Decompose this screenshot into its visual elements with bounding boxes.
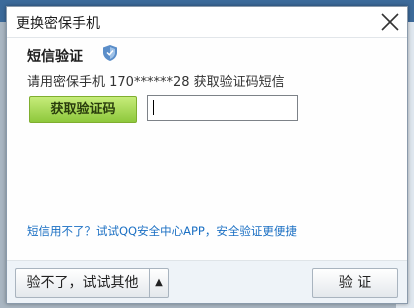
qq-security-center-link[interactable]: 短信用不了？试试QQ安全中心APP，安全验证更便捷	[27, 223, 297, 239]
expand-options-icon[interactable]: ▲	[149, 268, 169, 298]
verification-code-input[interactable]	[147, 95, 298, 121]
phone-description: 请用密保手机 170******28 获取验证码短信	[27, 75, 285, 90]
sms-verify-heading: 短信验证	[27, 49, 83, 65]
dialog-titlebar: 更换密保手机	[7, 7, 407, 38]
verify-button[interactable]: 验 证	[312, 268, 398, 298]
dialog-title: 更换密保手机	[16, 16, 100, 32]
shield-icon	[102, 44, 118, 62]
dialog-content: 短信验证 请用密保手机 170******28 获取验证码短信 获取验证码 短信…	[7, 38, 407, 303]
dialog-footer: 验不了，试试其他 ▲ 验 证	[7, 260, 407, 303]
get-code-button[interactable]: 获取验证码	[29, 96, 137, 123]
change-phone-dialog: 更换密保手机 短信验证 请用密保手机 170******28 获取验证码短信 获…	[6, 6, 408, 304]
text-cursor	[153, 100, 154, 115]
close-icon[interactable]	[377, 9, 403, 35]
try-other-methods-button[interactable]: 验不了，试试其他	[15, 268, 149, 298]
